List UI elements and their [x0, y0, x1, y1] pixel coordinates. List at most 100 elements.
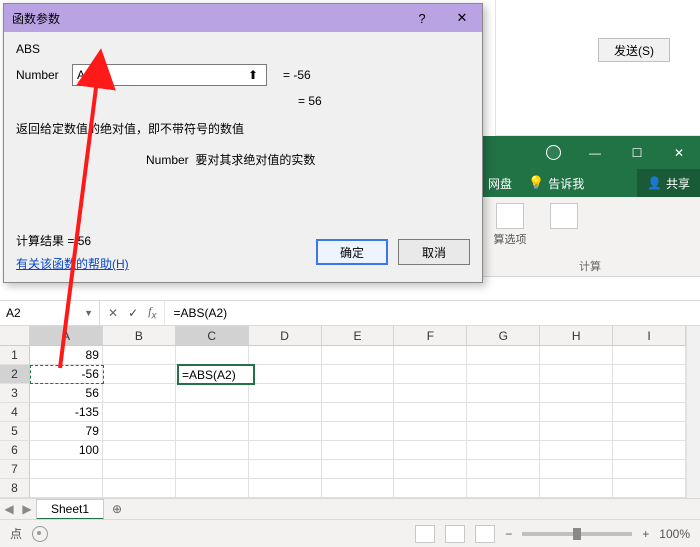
cancel-formula-icon[interactable]: ✕	[108, 306, 118, 320]
row-header[interactable]: 8	[0, 479, 30, 498]
minimize-button[interactable]: —	[574, 136, 616, 169]
view-pagebreak-icon[interactable]	[475, 525, 495, 543]
cell[interactable]	[613, 403, 686, 422]
cell[interactable]	[467, 384, 540, 403]
maximize-button[interactable]: ☐	[616, 136, 658, 169]
cells-area[interactable]: 89 -56 56 -135 79 100	[30, 346, 686, 498]
cell[interactable]	[467, 346, 540, 365]
zoom-slider[interactable]	[522, 532, 632, 536]
cell[interactable]	[540, 365, 613, 384]
select-all-corner[interactable]	[0, 326, 30, 346]
sheet-tab[interactable]: Sheet1	[36, 499, 104, 520]
cell[interactable]	[613, 365, 686, 384]
sheet-nav-prev-icon[interactable]: ◀	[0, 502, 18, 516]
row-header[interactable]: 4	[0, 403, 30, 422]
cell[interactable]	[249, 479, 322, 498]
cell[interactable]: 89	[30, 346, 103, 365]
ok-button[interactable]: 确定	[316, 239, 388, 265]
cell[interactable]	[103, 441, 176, 460]
cell[interactable]: 100	[30, 441, 103, 460]
cell[interactable]	[613, 346, 686, 365]
cell[interactable]	[176, 384, 249, 403]
row-header[interactable]: 5	[0, 422, 30, 441]
cell[interactable]	[467, 365, 540, 384]
col-header[interactable]: B	[103, 326, 176, 346]
cell[interactable]	[322, 365, 395, 384]
col-header[interactable]: F	[394, 326, 467, 346]
cell[interactable]	[30, 479, 103, 498]
ribbon-calc-now[interactable]	[542, 203, 586, 229]
send-button[interactable]: 发送(S)	[598, 38, 670, 62]
name-box[interactable]: ▼	[0, 301, 100, 325]
zoom-out-button[interactable]: −	[505, 527, 512, 541]
editing-cell[interactable]: =ABS(A2)	[177, 364, 255, 385]
cell[interactable]	[394, 384, 467, 403]
col-header[interactable]: A	[30, 326, 103, 346]
row-header[interactable]: 6	[0, 441, 30, 460]
cell[interactable]: -135	[30, 403, 103, 422]
cell[interactable]	[103, 384, 176, 403]
add-sheet-button[interactable]: ⊕	[104, 502, 130, 516]
name-box-dropdown-icon[interactable]: ▼	[84, 308, 93, 318]
sheet-nav-next-icon[interactable]: ▶	[18, 502, 36, 516]
cell[interactable]	[30, 460, 103, 479]
row-header[interactable]: 2	[0, 365, 30, 384]
cell[interactable]: -56	[30, 365, 103, 384]
col-header[interactable]: D	[249, 326, 322, 346]
cell[interactable]	[176, 441, 249, 460]
cell[interactable]	[394, 422, 467, 441]
cell[interactable]	[103, 403, 176, 422]
share-button[interactable]: 👤共享	[637, 169, 700, 197]
cell[interactable]	[249, 346, 322, 365]
range-selector-icon[interactable]: ⬆	[244, 68, 262, 82]
name-box-input[interactable]	[6, 306, 66, 320]
cell[interactable]	[176, 460, 249, 479]
cell[interactable]	[467, 403, 540, 422]
cell[interactable]	[103, 365, 176, 384]
cell[interactable]	[540, 422, 613, 441]
view-pagelayout-icon[interactable]	[445, 525, 465, 543]
row-header[interactable]: 7	[0, 460, 30, 479]
col-header[interactable]: C	[176, 326, 249, 346]
fx-icon[interactable]: fx	[148, 304, 156, 321]
col-header[interactable]: E	[322, 326, 395, 346]
spreadsheet-grid[interactable]: A B C D E F G H I 1 2 3 4 5 6 7 8 89 -56…	[0, 326, 686, 498]
ribbon-calc-options[interactable]: 算选项	[488, 203, 532, 247]
cell[interactable]	[322, 460, 395, 479]
cell[interactable]	[176, 346, 249, 365]
cell[interactable]	[467, 479, 540, 498]
tell-me[interactable]: 💡告诉我	[520, 169, 592, 197]
col-header[interactable]: G	[467, 326, 540, 346]
cancel-button[interactable]: 取消	[398, 239, 470, 265]
zoom-thumb[interactable]	[573, 528, 581, 540]
cell[interactable]	[103, 479, 176, 498]
cell[interactable]	[540, 384, 613, 403]
close-window-button[interactable]: ✕	[658, 136, 700, 169]
cell[interactable]	[322, 479, 395, 498]
cell[interactable]	[322, 384, 395, 403]
cell[interactable]	[467, 441, 540, 460]
row-header[interactable]: 1	[0, 346, 30, 365]
cell[interactable]	[540, 441, 613, 460]
cell[interactable]	[613, 441, 686, 460]
cell[interactable]	[467, 460, 540, 479]
cell[interactable]	[103, 422, 176, 441]
cell[interactable]	[176, 422, 249, 441]
cell[interactable]	[249, 365, 322, 384]
cell[interactable]	[394, 365, 467, 384]
cell[interactable]	[613, 460, 686, 479]
cell[interactable]	[540, 479, 613, 498]
cell[interactable]	[249, 384, 322, 403]
row-header[interactable]: 3	[0, 384, 30, 403]
zoom-in-button[interactable]: +	[642, 527, 649, 541]
cell[interactable]	[249, 460, 322, 479]
col-header[interactable]: I	[613, 326, 686, 346]
cell[interactable]	[322, 346, 395, 365]
cell[interactable]	[613, 384, 686, 403]
cell[interactable]	[249, 422, 322, 441]
cell[interactable]	[176, 403, 249, 422]
cell[interactable]	[394, 479, 467, 498]
cell[interactable]	[322, 403, 395, 422]
cell[interactable]: 56	[30, 384, 103, 403]
dialog-help-button[interactable]: ?	[402, 4, 442, 32]
